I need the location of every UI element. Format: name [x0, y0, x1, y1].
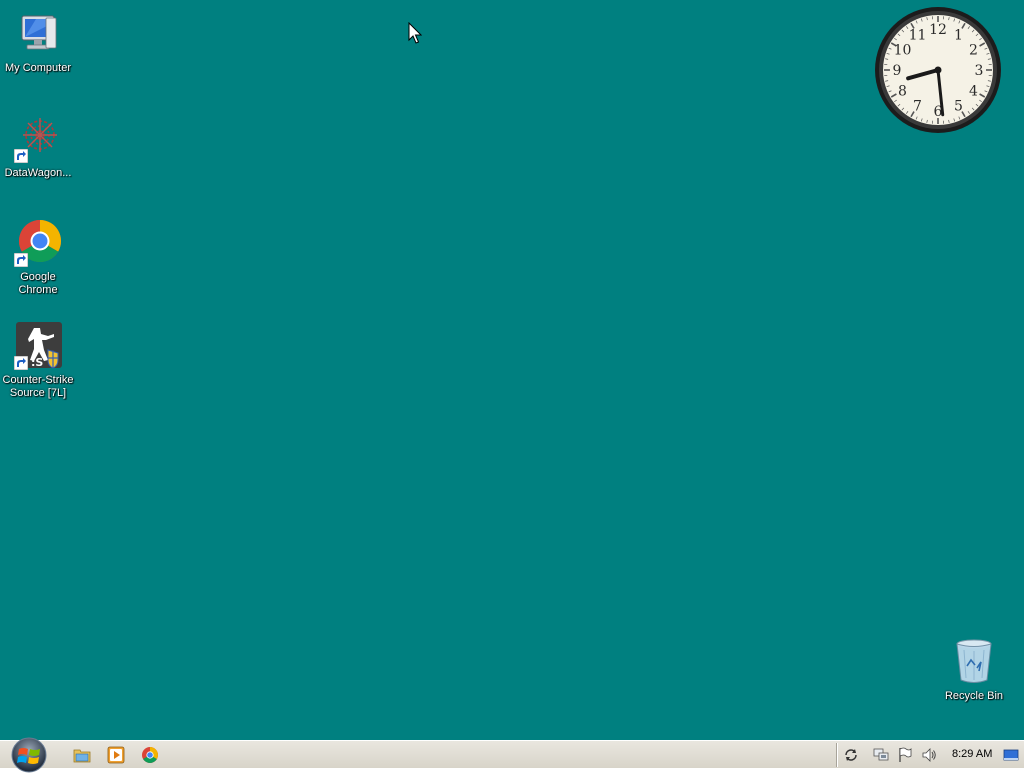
flag-icon[interactable]: [897, 747, 913, 763]
desktop-icon-recycle-bin[interactable]: Recycle Bin: [936, 638, 1012, 703]
clock-numeral: 3: [975, 63, 984, 79]
desktop-icon-datawagon[interactable]: DataWagon...: [0, 115, 76, 180]
chrome-icon: [14, 219, 62, 267]
desktop-icon-label: DataWagon...: [0, 167, 76, 180]
desktop-icon-label: Counter-Strike Source [7L]: [0, 374, 76, 400]
desktop-icon-counter-strike[interactable]: :S Counter-Strike Source [7L]: [0, 322, 76, 400]
shortcut-arrow-icon: [14, 149, 28, 163]
tray-clock[interactable]: 8:29 AM: [952, 748, 992, 760]
shortcut-arrow-icon: [14, 356, 28, 370]
desktop[interactable]: My Computer DataW: [0, 0, 1024, 740]
quick-launch-explorer[interactable]: [73, 746, 91, 764]
clock-gadget[interactable]: 121234567891011: [873, 5, 1003, 135]
clock-numeral: 9: [893, 63, 902, 79]
system-tray: 8:29 AM: [836, 743, 1024, 767]
quick-launch-chrome[interactable]: [141, 746, 159, 764]
datawagon-icon: [14, 115, 62, 163]
svg-text::S: :S: [31, 356, 43, 369]
clock-numeral: 10: [894, 43, 912, 59]
taskbar: 8:29 AM: [0, 740, 1024, 768]
clock-numeral: 2: [969, 43, 978, 59]
quick-launch-media-player[interactable]: [107, 746, 125, 764]
clock-numeral: 8: [898, 84, 907, 100]
clock-numeral: 11: [909, 27, 927, 43]
clock-numeral: 12: [929, 22, 947, 38]
explorer-icon: [73, 746, 91, 764]
clock-numeral: 1: [954, 27, 963, 43]
clock-numeral: 5: [954, 99, 963, 115]
mouse-cursor-icon: [408, 22, 422, 44]
computer-icon: [14, 10, 62, 58]
desktop-icon-label: My Computer: [0, 62, 76, 75]
sync-icon[interactable]: [843, 747, 859, 763]
volume-icon[interactable]: [921, 747, 937, 763]
chrome-icon: [141, 746, 159, 764]
desktop-icon-label: Recycle Bin: [936, 690, 1012, 703]
desktop-icon-google-chrome[interactable]: Google Chrome: [0, 219, 76, 297]
media-player-icon: [107, 746, 125, 764]
clock-numeral: 7: [913, 99, 922, 115]
recycle-bin-icon: [950, 638, 998, 686]
shortcut-arrow-icon: [14, 253, 28, 267]
network-icon[interactable]: [873, 747, 889, 763]
desktop-icon-label: Google Chrome: [0, 271, 76, 297]
show-desktop-icon[interactable]: [1003, 747, 1019, 763]
counter-strike-icon: :S: [14, 322, 62, 370]
desktop-icon-my-computer[interactable]: My Computer: [0, 10, 76, 75]
clock-numeral: 4: [969, 84, 978, 100]
